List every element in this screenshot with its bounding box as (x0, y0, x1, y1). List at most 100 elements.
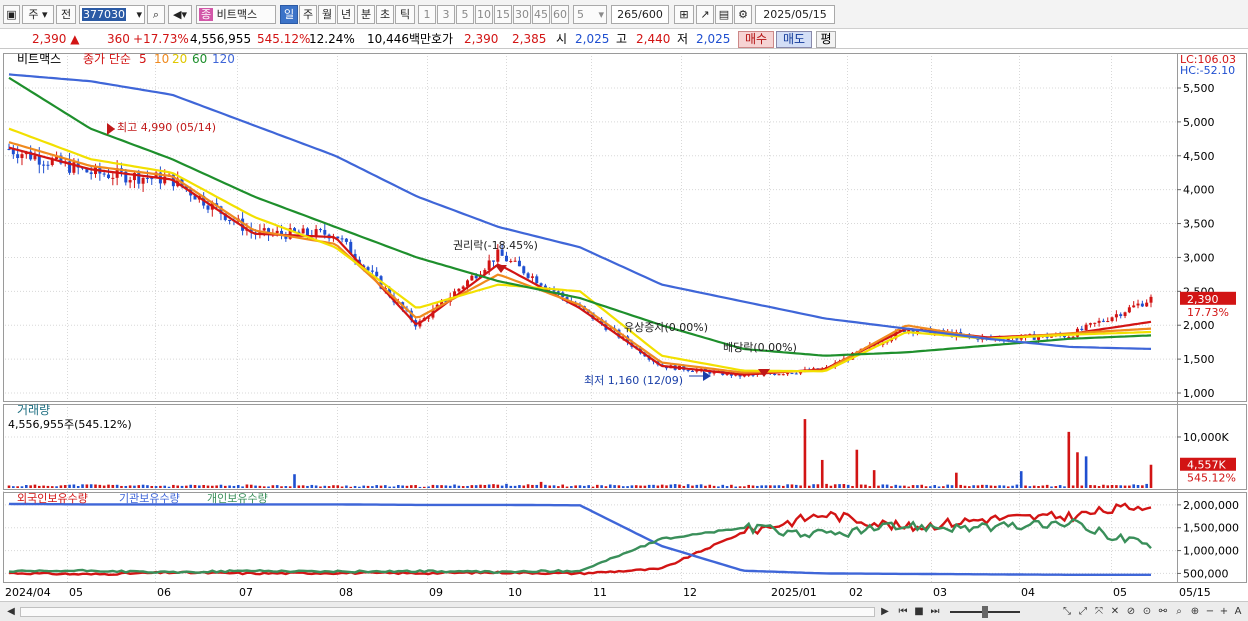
volume-bar (453, 484, 456, 488)
candle-body (275, 230, 279, 234)
draw-tool-icon[interactable]: ↗ (696, 5, 714, 24)
volume-bar (1045, 484, 1049, 488)
volume-bar (596, 484, 599, 488)
cross-icon[interactable]: ✕ (1108, 605, 1122, 619)
holding-tick-label: 2,000,000 (1183, 499, 1239, 512)
volume-bar (993, 485, 997, 488)
expand-icon[interactable]: ⤢ (1076, 605, 1090, 619)
volume-bar (254, 485, 257, 488)
interval-45[interactable]: 45 (532, 5, 550, 24)
even-button[interactable]: 평 (816, 31, 836, 48)
period-tab-second[interactable]: 초 (376, 5, 394, 24)
market-select[interactable]: 주 ▾ (22, 5, 54, 24)
volume-bar (483, 484, 487, 488)
price-panel-frame (3, 53, 1247, 402)
volume-bar (1102, 484, 1105, 488)
candle-body (773, 373, 777, 375)
scroll-track[interactable] (20, 607, 875, 617)
volume-bar (868, 486, 872, 488)
volume-bar (189, 484, 192, 488)
magnet-icon[interactable]: ⊘ (1124, 605, 1138, 619)
institution-holding-line (8, 502, 1151, 576)
volume-bar (574, 485, 577, 488)
interval-select[interactable]: 5 ▾ (573, 5, 607, 24)
period-tab-minute[interactable]: 분 (357, 5, 375, 24)
interval-3[interactable]: 3 (437, 5, 455, 24)
forward-icon[interactable]: ⏭ (928, 605, 942, 619)
stock-code-input[interactable]: 377030 ▾ (79, 5, 145, 24)
stop-icon[interactable]: ■ (912, 605, 926, 619)
period-tab-month[interactable]: 월 (318, 5, 336, 24)
search-icon[interactable]: ⌕ (1172, 605, 1186, 619)
volume-bar (349, 486, 353, 488)
period-tab-year[interactable]: 년 (337, 5, 355, 24)
zoom-in-icon[interactable]: ⊕ (1188, 605, 1202, 619)
volume-bar (33, 484, 37, 488)
x-axis-tick-label: 06 (157, 586, 171, 599)
minus-icon[interactable]: − (1203, 605, 1217, 619)
zoom-slider-handle[interactable] (982, 606, 988, 618)
volume-pct: 545.12% (257, 32, 311, 46)
speaker-icon[interactable]: ◀▾ (168, 5, 192, 24)
price-tick-label: 1,500 (1183, 353, 1215, 366)
volume-bar (1067, 431, 1071, 488)
volume-bar (1015, 484, 1019, 488)
volume-bar (734, 486, 738, 488)
period-tab-week[interactable]: 주 (299, 5, 317, 24)
save-icon[interactable]: ▤ (715, 5, 733, 24)
period-tab-tick[interactable]: 틱 (395, 5, 415, 24)
search-icon[interactable]: ⌕ (147, 5, 165, 24)
shrink-icon[interactable]: ⤡ (1060, 605, 1074, 619)
volume-bar (1058, 485, 1062, 488)
interval-60[interactable]: 60 (551, 5, 569, 24)
plus-icon[interactable]: + (1217, 605, 1231, 619)
rewind-icon[interactable]: ⏮ (896, 605, 910, 619)
volume-bar (115, 484, 119, 488)
candle-body (1097, 320, 1101, 323)
volume-bar (228, 485, 231, 488)
volume-bar (293, 474, 296, 488)
interval-5[interactable]: 5 (456, 5, 474, 24)
scroll-right-icon[interactable]: ▶ (878, 605, 892, 619)
candle-body (141, 177, 145, 184)
volume-bar (336, 485, 340, 488)
volume-value: 4,556,955주(545.12%) (8, 418, 132, 431)
volume-bar (1041, 485, 1045, 488)
gear-icon[interactable]: ⚙ (734, 5, 752, 24)
view-all-button[interactable]: 전 (56, 5, 76, 24)
date-field[interactable]: 2025/05/15 (755, 5, 835, 24)
count-field[interactable]: 265/600 (611, 5, 669, 24)
last-volume-tag-label: 4,557K (1187, 459, 1226, 472)
candle-body (228, 219, 232, 221)
interval-10[interactable]: 10 (475, 5, 493, 24)
candle-body (1149, 296, 1153, 303)
window-menu-icon[interactable]: ▣ (3, 5, 20, 24)
scroll-bar[interactable]: ◀ ▶ ⏮ ■ ⏭ ⤡ ⤢ ⤧ ✕ ⊘ ⊙ ⚯ ⌕ ⊕ − + A (0, 601, 1248, 621)
volume-bar (660, 484, 664, 488)
stock-name-field[interactable]: 종 비트맥스 (196, 5, 276, 24)
interval-30[interactable]: 30 (513, 5, 531, 24)
chart-type-icon[interactable]: ⊞ (674, 5, 694, 24)
buy-button[interactable]: 매수 (738, 31, 774, 48)
volume-bar (457, 485, 461, 488)
font-size-icon[interactable]: A (1231, 605, 1245, 619)
volume-bar (470, 485, 474, 488)
candle-body (794, 373, 798, 375)
volume-bar (388, 486, 391, 488)
scroll-left-icon[interactable]: ◀ (4, 605, 18, 619)
volume-bar (107, 484, 110, 488)
interval-15[interactable]: 15 (494, 5, 512, 24)
volume-bar (816, 484, 820, 488)
volume-bar (448, 485, 452, 488)
fit-icon[interactable]: ⤧ (1092, 605, 1106, 619)
interval-1[interactable]: 1 (418, 5, 436, 24)
link-icon[interactable]: ⚯ (1156, 605, 1170, 619)
candle-body (16, 154, 20, 159)
snap-icon[interactable]: ⊙ (1140, 605, 1154, 619)
sell-button[interactable]: 매도 (776, 31, 812, 48)
x-axis-tick-label: 05 (1113, 586, 1127, 599)
candle-body (344, 238, 348, 242)
stock-chart[interactable]: 2024/04 05 06 07 08 09 10 11 12 2025/01 02 03 04 05 05… (3, 51, 1248, 601)
period-tab-day[interactable]: 일 (280, 5, 298, 24)
x-axis-tick-label: 2024/04 (5, 586, 51, 599)
